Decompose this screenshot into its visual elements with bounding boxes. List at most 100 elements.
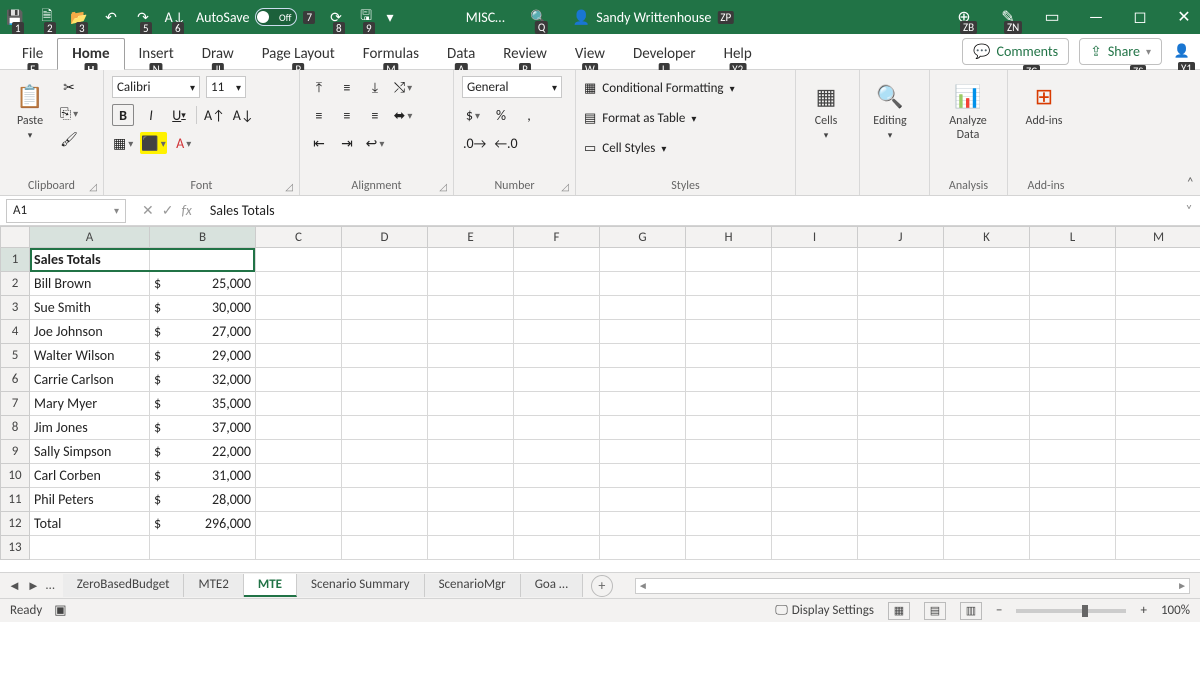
- zoom-in-icon[interactable]: +: [1140, 603, 1146, 618]
- cell[interactable]: [1116, 344, 1200, 368]
- account-name[interactable]: 👤 Sandy Writtenhouse ZP: [573, 9, 734, 26]
- row-header[interactable]: 12: [0, 512, 30, 536]
- cell[interactable]: [1116, 368, 1200, 392]
- cell[interactable]: [514, 344, 600, 368]
- cell[interactable]: [1116, 488, 1200, 512]
- tab-insert[interactable]: InsertN: [125, 39, 188, 69]
- tab-formulas[interactable]: FormulasM: [349, 39, 433, 69]
- cell[interactable]: [686, 272, 772, 296]
- column-header[interactable]: L: [1030, 226, 1116, 248]
- cell[interactable]: Total: [30, 512, 150, 536]
- dialog-launcher-icon[interactable]: ◿: [285, 180, 293, 193]
- dialog-launcher-icon[interactable]: ◿: [561, 180, 569, 193]
- sheet-tab[interactable]: MTE: [244, 574, 297, 597]
- cell[interactable]: [772, 320, 858, 344]
- cell[interactable]: [772, 464, 858, 488]
- cell[interactable]: [772, 416, 858, 440]
- cell[interactable]: [150, 248, 256, 272]
- name-box[interactable]: A1▾: [6, 199, 126, 223]
- cell[interactable]: [600, 440, 686, 464]
- comma-icon[interactable]: ,: [518, 104, 540, 126]
- cell[interactable]: $30,000: [150, 296, 256, 320]
- cell[interactable]: [686, 512, 772, 536]
- cell[interactable]: $27,000: [150, 320, 256, 344]
- new-sheet-button[interactable]: +: [591, 575, 613, 597]
- cell[interactable]: [514, 464, 600, 488]
- column-header[interactable]: B: [150, 226, 256, 248]
- cell[interactable]: [428, 488, 514, 512]
- tab-home[interactable]: HomeH: [57, 38, 124, 70]
- row-header[interactable]: 5: [0, 344, 30, 368]
- increase-font-icon[interactable]: A↑: [203, 104, 226, 126]
- cell[interactable]: [600, 296, 686, 320]
- cell[interactable]: [600, 344, 686, 368]
- italic-button[interactable]: I: [140, 104, 162, 126]
- cell[interactable]: [1030, 488, 1116, 512]
- cell[interactable]: $22,000: [150, 440, 256, 464]
- row-header[interactable]: 10: [0, 464, 30, 488]
- cell[interactable]: Jim Jones: [30, 416, 150, 440]
- cell[interactable]: [342, 392, 428, 416]
- cell[interactable]: [256, 536, 342, 560]
- cell[interactable]: [1116, 272, 1200, 296]
- cell[interactable]: [428, 344, 514, 368]
- display-settings-button[interactable]: 🖵Display Settings: [775, 603, 874, 618]
- cell[interactable]: [342, 488, 428, 512]
- increase-decimal-icon[interactable]: .0→: [462, 132, 487, 154]
- cell[interactable]: [342, 368, 428, 392]
- cell[interactable]: [514, 512, 600, 536]
- save-icon[interactable]: 💾1: [6, 8, 24, 26]
- macro-record-icon[interactable]: ▣: [54, 603, 66, 618]
- cell[interactable]: [600, 368, 686, 392]
- sheet-nav-more-icon[interactable]: …: [46, 578, 55, 594]
- cell[interactable]: [858, 368, 944, 392]
- cell[interactable]: [514, 392, 600, 416]
- cell[interactable]: [514, 536, 600, 560]
- format-as-table-button[interactable]: ▤Format as Table▾: [584, 106, 735, 130]
- cell[interactable]: [1030, 392, 1116, 416]
- align-center-icon[interactable]: ≡: [336, 104, 358, 126]
- tab-view[interactable]: ViewW: [561, 39, 619, 69]
- cell[interactable]: [858, 296, 944, 320]
- cell[interactable]: [428, 248, 514, 272]
- cell[interactable]: [944, 248, 1030, 272]
- cell[interactable]: [428, 296, 514, 320]
- cell[interactable]: [944, 440, 1030, 464]
- cell[interactable]: [600, 536, 686, 560]
- cell[interactable]: [686, 344, 772, 368]
- cell[interactable]: [1116, 392, 1200, 416]
- cell[interactable]: [600, 248, 686, 272]
- cell[interactable]: [514, 248, 600, 272]
- cell[interactable]: [944, 272, 1030, 296]
- cell[interactable]: [944, 512, 1030, 536]
- row-header[interactable]: 9: [0, 440, 30, 464]
- cell[interactable]: [858, 536, 944, 560]
- cell[interactable]: [150, 536, 256, 560]
- tab-file[interactable]: FileF: [8, 39, 57, 69]
- cell[interactable]: [600, 272, 686, 296]
- cell[interactable]: [944, 416, 1030, 440]
- ribbon-display-icon[interactable]: ▭: [1042, 7, 1062, 27]
- cell[interactable]: [256, 464, 342, 488]
- cell[interactable]: [600, 512, 686, 536]
- cell[interactable]: [858, 344, 944, 368]
- collapse-ribbon-icon[interactable]: ˄: [1186, 174, 1194, 191]
- cell[interactable]: [944, 536, 1030, 560]
- cell[interactable]: [858, 512, 944, 536]
- cell[interactable]: [686, 248, 772, 272]
- cell[interactable]: [428, 536, 514, 560]
- cell[interactable]: [686, 536, 772, 560]
- cell[interactable]: $28,000: [150, 488, 256, 512]
- cell[interactable]: [256, 392, 342, 416]
- cell[interactable]: [772, 296, 858, 320]
- cell[interactable]: [428, 464, 514, 488]
- cell[interactable]: Walter Wilson: [30, 344, 150, 368]
- cell[interactable]: $35,000: [150, 392, 256, 416]
- enter-formula-icon[interactable]: ✓: [162, 202, 174, 219]
- cell[interactable]: [342, 440, 428, 464]
- cell[interactable]: [1030, 296, 1116, 320]
- cell[interactable]: [342, 248, 428, 272]
- column-header[interactable]: G: [600, 226, 686, 248]
- align-right-icon[interactable]: ≡: [364, 104, 386, 126]
- tab-review[interactable]: ReviewR: [489, 39, 561, 69]
